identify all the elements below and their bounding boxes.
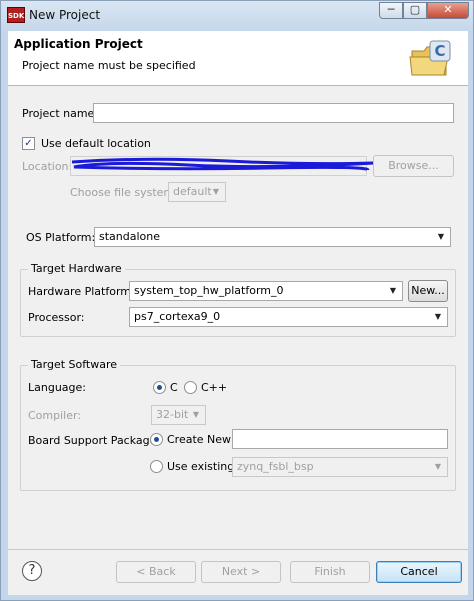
finish-button: Finish <box>290 561 370 583</box>
compiler-select: 32-bit ▼ <box>151 405 206 425</box>
chevron-down-icon: ▼ <box>212 187 220 196</box>
page-title: Application Project <box>14 37 143 51</box>
language-c-radio[interactable] <box>153 381 166 394</box>
chevron-down-icon: ▼ <box>389 286 397 295</box>
chevron-down-icon: ▼ <box>192 410 200 419</box>
target-software-title: Target Software <box>28 358 121 371</box>
file-system-label: Choose file system: <box>70 186 178 199</box>
back-button: < Back <box>116 561 196 583</box>
svg-text:C: C <box>434 42 445 60</box>
bsp-create-new-radio[interactable] <box>150 433 163 446</box>
folder-c-icon: C <box>409 40 451 76</box>
file-system-select: default ▼ <box>168 182 226 202</box>
os-platform-value: standalone <box>99 230 161 243</box>
use-default-location-checkbox[interactable]: ✓ <box>22 137 35 150</box>
bsp-use-existing-select: zynq_fsbl_bsp ▼ <box>232 457 448 477</box>
target-hardware-title: Target Hardware <box>28 262 125 275</box>
close-button[interactable]: ✕ <box>427 2 469 19</box>
hardware-platform-label: Hardware Platform: <box>28 285 135 298</box>
language-cpp-radio[interactable] <box>184 381 197 394</box>
os-platform-label: OS Platform: <box>26 231 96 244</box>
location-label: Location: <box>22 160 73 173</box>
help-icon[interactable]: ? <box>22 561 42 581</box>
use-default-location-label: Use default location <box>41 137 151 150</box>
bsp-label: Board Support Package: <box>28 434 161 447</box>
compiler-label: Compiler: <box>28 409 82 422</box>
bsp-use-existing-radio[interactable] <box>150 460 163 473</box>
language-cpp-label: C++ <box>201 381 228 394</box>
browse-button: Browse... <box>373 155 454 177</box>
file-system-value: default <box>173 185 212 198</box>
language-c-label: C <box>170 381 178 394</box>
cancel-button[interactable]: Cancel <box>376 561 462 583</box>
os-platform-select[interactable]: standalone ▼ <box>94 227 451 247</box>
minimize-button[interactable]: ─ <box>379 2 403 19</box>
page-message: Project name must be specified <box>22 59 196 72</box>
processor-label: Processor: <box>28 311 85 324</box>
processor-select[interactable]: ps7_cortexa9_0 ▼ <box>129 307 448 327</box>
processor-value: ps7_cortexa9_0 <box>134 310 221 323</box>
redaction-scribble <box>71 157 375 172</box>
bsp-use-existing-value: zynq_fsbl_bsp <box>237 460 314 473</box>
chevron-down-icon: ▼ <box>434 312 442 321</box>
chevron-down-icon: ▼ <box>434 462 442 471</box>
dialog-client-area: Application Project Project name must be… <box>8 31 468 595</box>
project-name-label: Project name: <box>22 107 99 120</box>
hardware-platform-value: system_top_hw_platform_0 <box>134 284 284 297</box>
next-button: Next > <box>201 561 281 583</box>
new-hardware-button[interactable]: New... <box>408 280 448 302</box>
title-bar[interactable]: SDK New Project ─ ▢ ✕ <box>1 1 473 31</box>
project-name-input[interactable] <box>93 103 454 123</box>
chevron-down-icon: ▼ <box>437 232 445 241</box>
footer-separator <box>8 549 468 550</box>
bsp-use-existing-label: Use existing <box>167 460 235 473</box>
wizard-header: Application Project Project name must be… <box>8 31 468 86</box>
bsp-create-new-input[interactable] <box>232 429 448 449</box>
dialog-window: SDK New Project ─ ▢ ✕ Application Projec… <box>0 0 474 601</box>
window-title: New Project <box>29 8 101 22</box>
language-label: Language: <box>28 381 86 394</box>
sdk-app-icon: SDK <box>7 7 25 23</box>
bsp-create-new-label: Create New <box>167 433 232 446</box>
hardware-platform-select[interactable]: system_top_hw_platform_0 ▼ <box>129 281 403 301</box>
compiler-value: 32-bit <box>156 408 189 421</box>
maximize-button[interactable]: ▢ <box>403 2 427 19</box>
